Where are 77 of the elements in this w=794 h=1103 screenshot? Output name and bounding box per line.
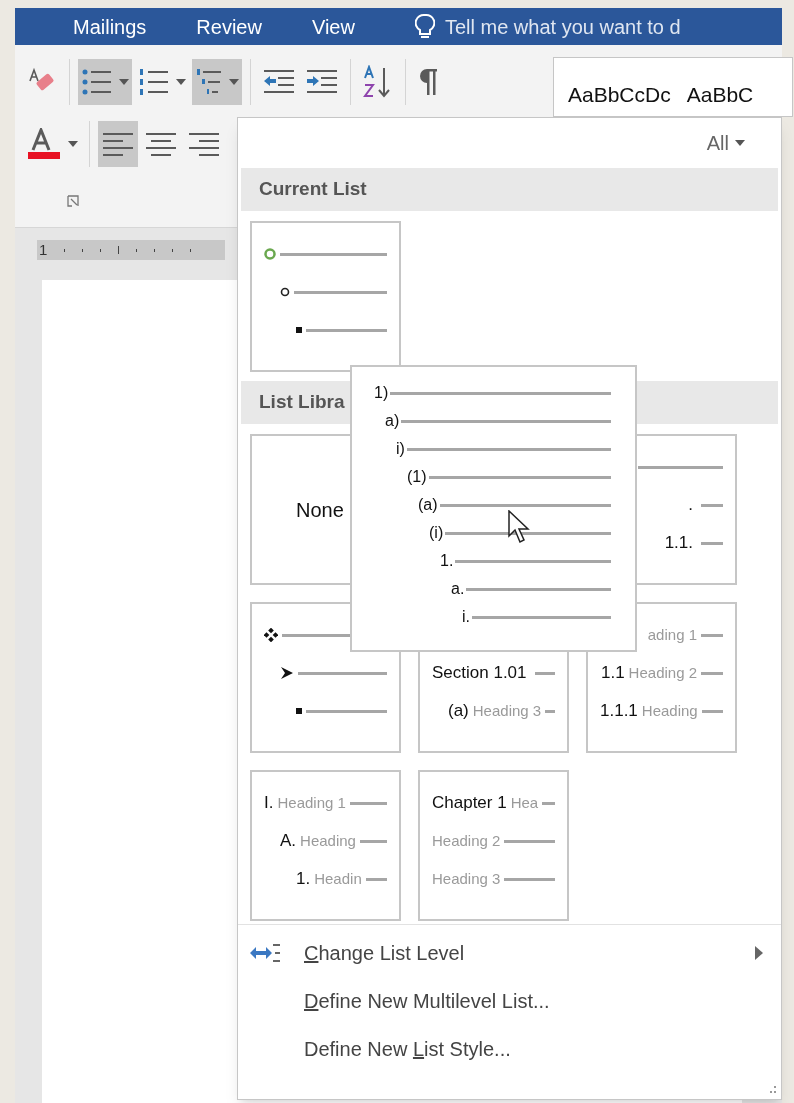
section-header: Current List <box>241 168 778 211</box>
arrowhead-bullet-icon <box>280 666 294 680</box>
heading-label: Headin <box>314 868 362 889</box>
style-preview[interactable]: AaBbC <box>686 78 754 110</box>
menu-item[interactable]: Define New List Style... <box>238 1025 781 1073</box>
heading-label: Heading <box>641 700 698 721</box>
list-number: Chapter 1 <box>432 792 507 815</box>
heading-label: ading 1 <box>647 624 697 645</box>
align-left-icon <box>101 131 135 157</box>
heading-label: Heading 3 <box>432 868 501 889</box>
filter-dropdown[interactable]: All <box>706 128 745 158</box>
resize-grip-icon <box>767 1085 777 1095</box>
placeholder-line <box>701 709 723 713</box>
heading-label: Heading 3 <box>472 700 542 721</box>
four-diamond-bullet-icon <box>264 628 278 642</box>
submenu-arrow-icon <box>755 946 763 960</box>
align-center-icon <box>144 131 178 157</box>
list-number: (1) <box>407 467 427 487</box>
list-number: 1.1 <box>600 662 625 685</box>
list-number: (a) <box>418 495 438 515</box>
placeholder-line <box>701 633 723 637</box>
list-number: 1. <box>440 551 454 571</box>
menu-item[interactable]: Define New Multilevel List... <box>238 977 781 1025</box>
align-left-button[interactable] <box>98 121 138 167</box>
placeholder-line <box>534 671 555 675</box>
lightbulb-icon <box>414 12 435 41</box>
placeholder-line <box>365 877 387 881</box>
list-number: (i) <box>429 523 444 543</box>
list-style-tile[interactable]: Chapter 1 Hea Heading 2 Heading 3 <box>418 770 569 921</box>
ribbon-tab[interactable]: Mailings <box>73 11 147 42</box>
heading-label: Hea <box>510 792 539 813</box>
placeholder-line <box>701 541 723 545</box>
list-number: a. <box>451 579 465 599</box>
caret-icon <box>68 141 78 147</box>
list-number: Section 1.01 <box>432 662 527 685</box>
caret-icon <box>176 79 186 85</box>
mouse-pointer-icon <box>508 510 532 546</box>
list-number: 1.1.1 <box>600 700 638 723</box>
bullets-button[interactable] <box>78 59 132 105</box>
heading-label: Heading <box>300 830 356 851</box>
placeholder-line <box>349 801 387 805</box>
list-number: (a) <box>448 700 469 723</box>
decrease-indent-icon <box>262 68 296 96</box>
ruler-number: 1 <box>39 239 48 260</box>
list-number: 1) <box>374 383 389 403</box>
caret-icon <box>735 140 745 146</box>
list-number: i. <box>462 607 470 627</box>
style-preview[interactable]: AaBbCcDc <box>568 78 671 110</box>
list-number: 1.1. <box>664 532 693 555</box>
heading-label: Heading 2 <box>628 662 697 683</box>
ribbon-tab[interactable]: View <box>311 11 355 42</box>
ribbon-tab[interactable]: Review <box>196 11 262 42</box>
caret-icon <box>229 79 239 85</box>
list-number: A. <box>280 830 297 853</box>
ring-bullet-icon <box>264 248 276 260</box>
heading-label: Heading 2 <box>432 830 501 851</box>
dialog-launcher-icon <box>67 195 79 207</box>
list-number: . <box>688 494 693 517</box>
multilevel-button[interactable] <box>192 59 242 105</box>
list-number: 1. <box>296 868 311 891</box>
heading-label: Heading 1 <box>277 792 346 813</box>
placeholder-line <box>701 503 723 507</box>
caret-icon <box>119 79 129 85</box>
increase-indent-icon <box>305 68 339 96</box>
list-style-tile[interactable] <box>250 221 401 372</box>
placeholder-line <box>504 839 555 843</box>
square-bullet-icon <box>296 327 302 333</box>
menu-item[interactable]: Change List Level <box>238 929 781 977</box>
placeholder-line <box>359 839 387 843</box>
placeholder-line <box>504 877 555 881</box>
align-right-icon <box>187 131 221 157</box>
square-bullet-icon <box>296 708 302 714</box>
ring-bullet-icon <box>280 287 290 297</box>
list-style-tile[interactable]: I. Heading 1 A. Heading 1. Headin <box>250 770 401 921</box>
placeholder-line <box>701 671 723 675</box>
list-number: I. <box>264 792 274 815</box>
list-level-icon <box>249 942 281 964</box>
